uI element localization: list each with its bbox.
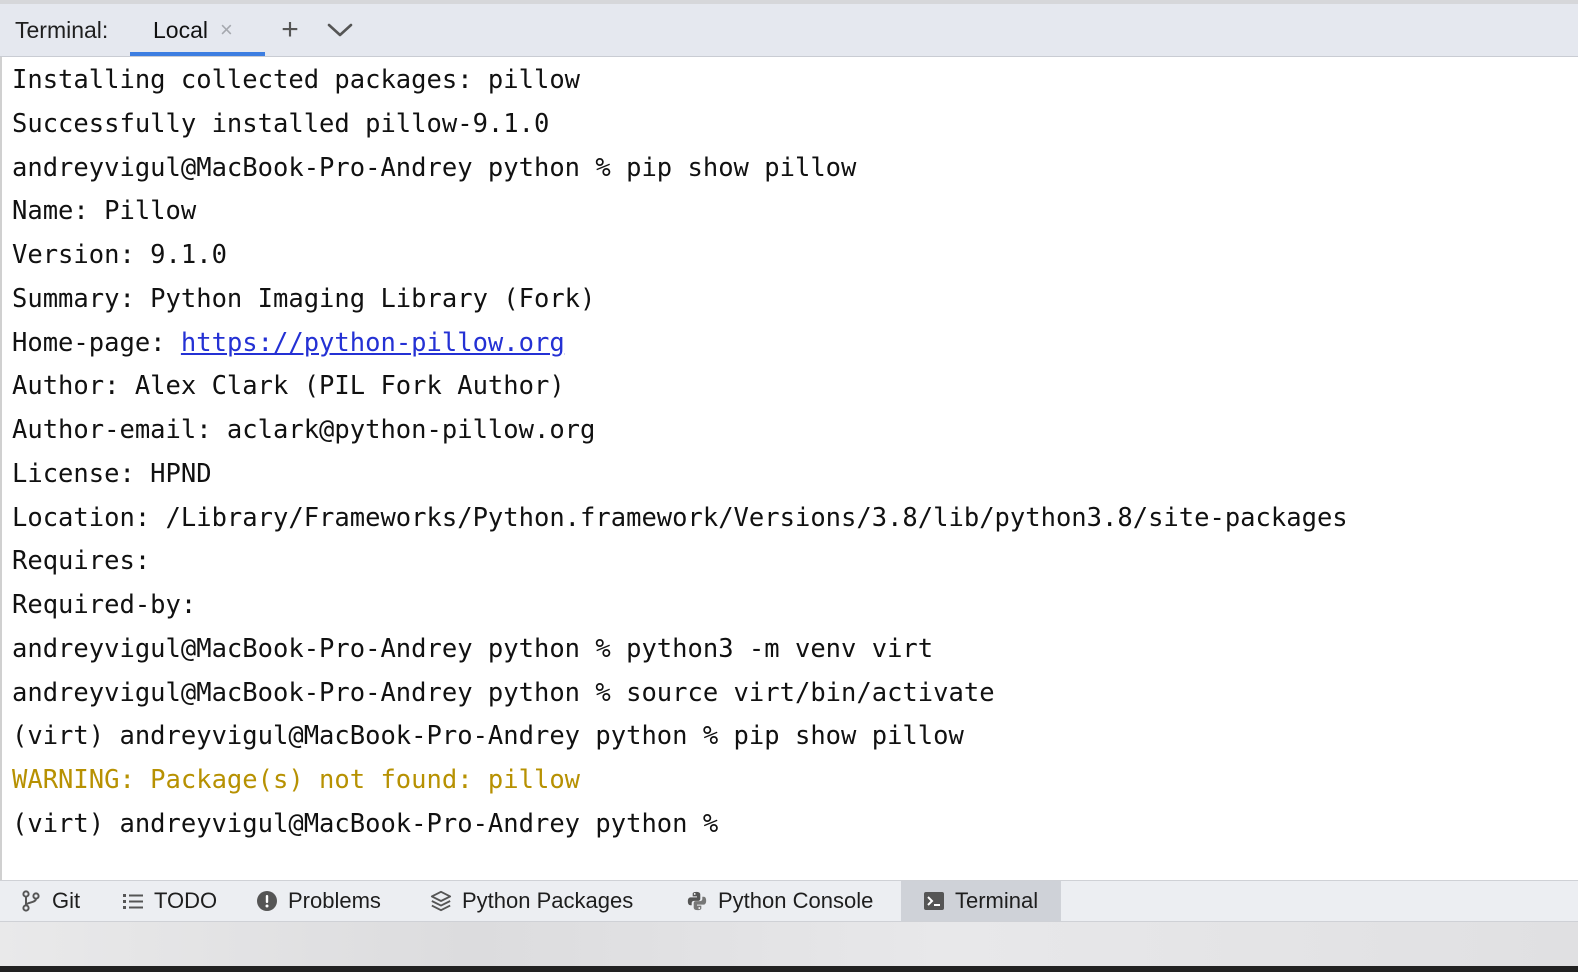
toolwindow-terminal[interactable]: Terminal [901,881,1061,921]
chevron-down-icon [327,23,353,37]
terminal-line: andreyvigul@MacBook-Pro-Andrey python % … [12,678,995,708]
terminal-line: Required-by: [12,590,197,620]
terminal-line: (virt) andreyvigul@MacBook-Pro-Andrey py… [12,721,964,751]
layers-icon [430,890,452,912]
tab-active-indicator [130,52,265,56]
toolwindow-git[interactable]: Git [20,881,105,921]
tab-local-label: Local [153,16,208,43]
toolwindow-python-console[interactable]: Python Console [686,881,896,921]
terminal-line: Version: 9.1.0 [12,240,227,270]
terminal-icon [923,890,945,912]
toolwindow-python-packages[interactable]: Python Packages [430,881,660,921]
tab-local[interactable]: Local × [130,4,265,56]
terminal-line: Successfully installed pillow-9.1.0 [12,109,550,139]
terminal-line: Name: Pillow [12,196,197,226]
terminal-line: Home-page: https://python-pillow.org [12,323,565,363]
toolwindow-git-label: Git [52,888,81,913]
window-footer [0,922,1578,966]
toolwindow-problems[interactable]: Problems [256,881,406,921]
terminal-line: Author: Alex Clark (PIL Fork Author) [12,371,565,401]
screen-bottom-edge [0,966,1578,972]
git-branch-icon [20,890,42,912]
terminal-title: Terminal: [15,16,109,43]
terminal-line: Summary: Python Imaging Library (Fork) [12,284,596,314]
terminal-line: Author-email: aclark@python-pillow.org [12,415,596,445]
toolwindow-problems-label: Problems [288,888,381,913]
sessions-dropdown-button[interactable] [315,4,365,56]
toolwindow-todo-label: TODO [154,888,218,913]
terminal-output[interactable]: Installing collected packages: pillow Su… [0,57,1578,880]
terminal-line: Requires: [12,546,151,576]
terminal-line: andreyvigul@MacBook-Pro-Andrey python % … [12,634,934,664]
tab-close-icon[interactable]: × [220,17,233,43]
terminal-line: Location: /Library/Frameworks/Python.fra… [12,503,1348,533]
tool-window-bar: Git TODO Problems Python Packages Python… [0,880,1578,922]
homepage-label: Home-page: [12,328,181,358]
python-icon [686,890,708,912]
new-session-button[interactable]: + [265,4,315,56]
plus-icon: + [281,13,299,46]
terminal-header: Terminal: Local × + [0,4,1578,57]
alert-circle-icon [256,890,278,912]
homepage-link[interactable]: https://python-pillow.org [181,328,565,358]
toolwindow-python-packages-label: Python Packages [462,888,634,913]
terminal-line: Installing collected packages: pillow [12,65,581,95]
toolwindow-terminal-label: Terminal [955,888,1039,913]
warning-line: WARNING: Package(s) not found: pillow [12,765,581,795]
terminal-line: License: HPND [12,459,212,489]
toolwindow-todo[interactable]: TODO [122,881,232,921]
list-icon [122,890,144,912]
prompt-line: (virt) andreyvigul@MacBook-Pro-Andrey py… [12,809,734,839]
terminal-line: andreyvigul@MacBook-Pro-Andrey python % … [12,153,857,183]
toolwindow-python-console-label: Python Console [718,888,874,913]
